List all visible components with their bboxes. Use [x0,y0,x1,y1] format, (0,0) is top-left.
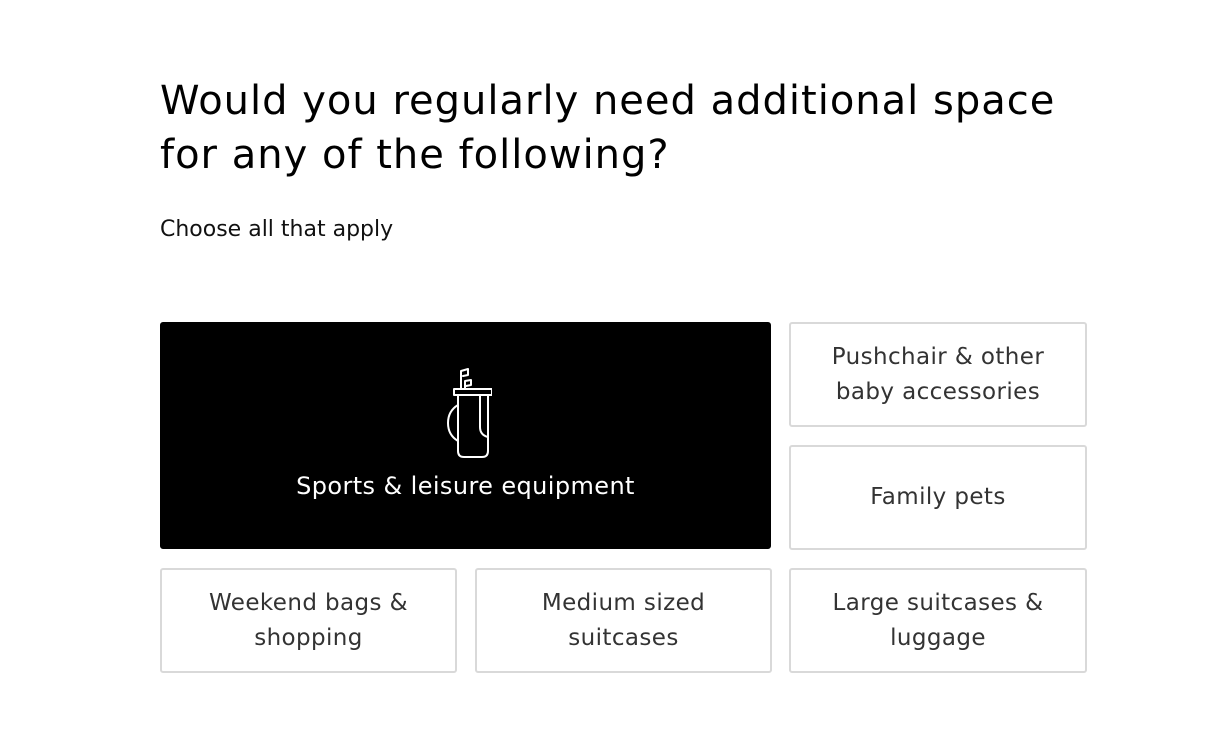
option-medium-sized-suitcases[interactable]: Medium sized suitcases [475,568,772,673]
option-sports-leisure-equipment[interactable]: Sports & leisure equipment [160,322,771,549]
option-label: Pushchair & other baby accessories [831,343,1045,405]
option-label: Family pets [870,484,1006,510]
option-large-suitcases-luggage[interactable]: Large suitcases & luggage [789,568,1087,673]
option-label: Large suitcases & luggage [832,589,1044,651]
option-label: Medium sized suitcases [541,589,706,651]
golf-bag-icon [446,368,492,458]
option-weekend-bags-shopping[interactable]: Weekend bags & shopping [160,568,457,673]
question-hint: Choose all that apply [160,217,394,242]
option-pushchair-baby-accessories[interactable]: Pushchair & other baby accessories [789,322,1087,427]
option-family-pets[interactable]: Family pets [789,445,1087,550]
option-label: Weekend bags & shopping [209,589,408,651]
option-label: Sports & leisure equipment [296,472,635,500]
question-title: Would you regularly need additional spac… [160,78,1056,178]
